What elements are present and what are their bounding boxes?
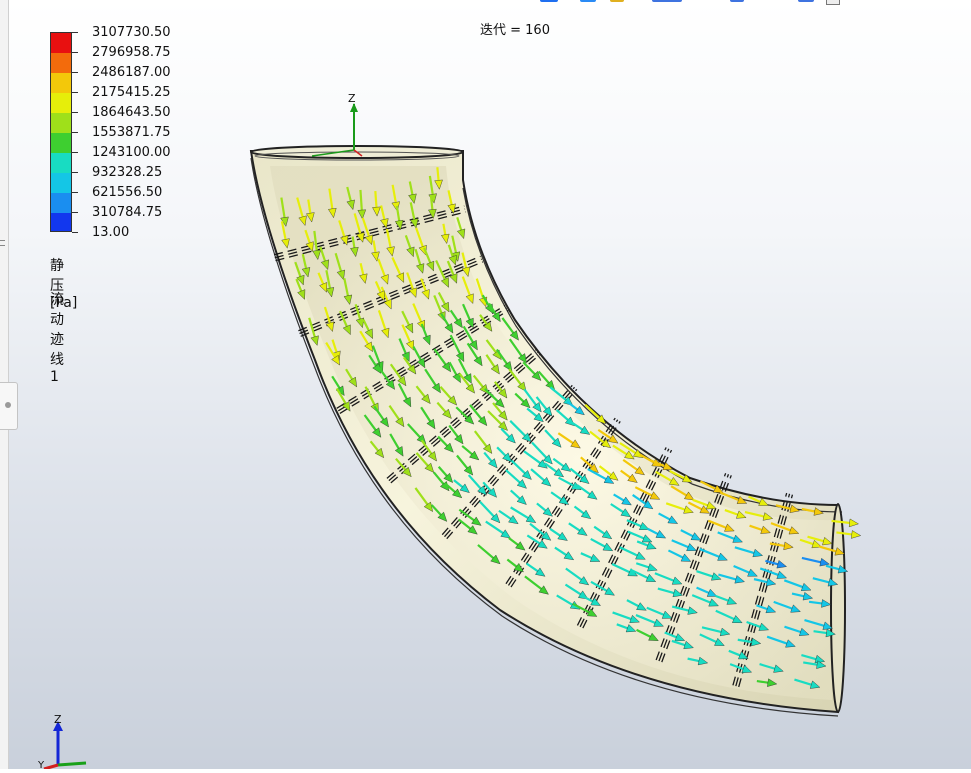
pipe-model[interactable]: Z <box>0 0 971 769</box>
origin-z-label: Z <box>348 92 356 105</box>
flow-arrow-shaft <box>359 189 364 213</box>
flow-arrow-head <box>850 530 862 539</box>
triad-y-label: Y <box>37 760 45 769</box>
axis-triad-icon: Z Y <box>28 713 88 771</box>
triad-z-label: Z <box>54 713 62 726</box>
graphics-viewport[interactable]: 迭代 = 160 3107730.50 2796958.75 2486187.00 2… <box>0 0 971 771</box>
flow-arrow-head <box>848 518 860 528</box>
flow-arrow-shaft <box>436 167 440 183</box>
flow-arrow-shaft <box>374 191 378 210</box>
pipe-outlet <box>830 503 846 713</box>
